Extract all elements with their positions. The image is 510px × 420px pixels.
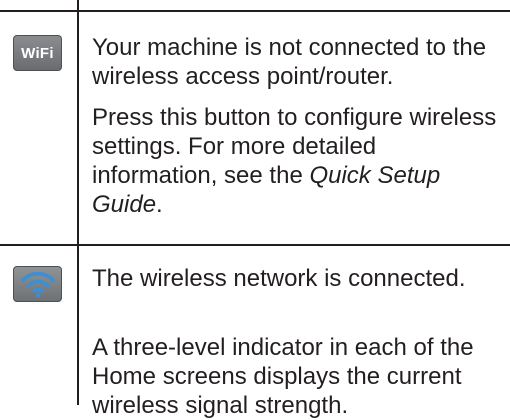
not-connected-text: Your machine is not connected to the wir… [92, 34, 487, 90]
wifi-status-table: WiFi Your machine is not connected to th… [0, 0, 510, 419]
wifi-text-icon: WiFi [13, 35, 62, 71]
wifi-icon-label: WiFi [21, 44, 54, 62]
wifi-signal-glyph [20, 271, 55, 298]
column-divider [77, 0, 79, 405]
period: . [156, 191, 163, 218]
connected-text: The wireless network is connected. [92, 265, 466, 292]
wifi-signal-icon [13, 266, 62, 302]
signal-indicator-text: A three-level indicator in each of the H… [92, 334, 474, 419]
configure-instructions: Press this button to configure wireless … [92, 103, 504, 219]
